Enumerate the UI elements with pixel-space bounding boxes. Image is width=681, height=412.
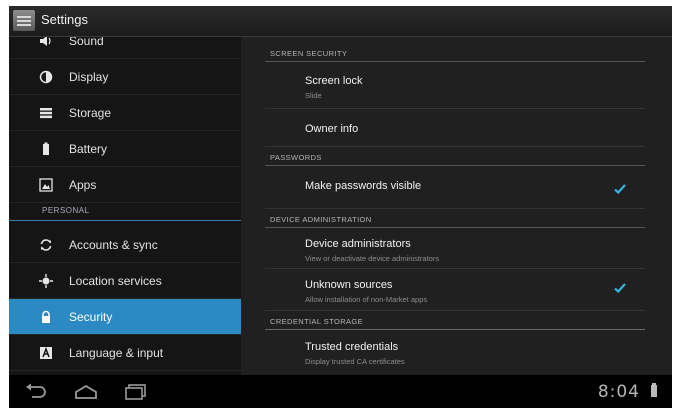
screen-security-header: SCREEN SECURITY xyxy=(265,45,645,62)
sidebar-item-label: Battery xyxy=(69,141,108,156)
settings-app-icon[interactable] xyxy=(13,10,35,31)
language-icon xyxy=(39,346,53,360)
sidebar-item-storage[interactable]: Storage xyxy=(9,95,241,131)
speaker-icon xyxy=(39,37,53,48)
credential-storage-header: CREDENTIAL STORAGE xyxy=(265,313,645,330)
battery-icon xyxy=(39,142,53,156)
trusted-credentials-preference[interactable]: Trusted credentials Display trusted CA c… xyxy=(265,331,645,373)
preference-summary: Slide xyxy=(305,91,322,100)
lock-icon xyxy=(39,310,53,324)
preference-title: Trusted credentials xyxy=(305,341,399,353)
owner-info-preference[interactable]: Owner info xyxy=(265,109,645,147)
unknown-sources-preference[interactable]: Unknown sources Allow installation of no… xyxy=(265,269,645,311)
section-header-label: CREDENTIAL STORAGE xyxy=(270,317,364,326)
recent-apps-button[interactable] xyxy=(123,383,149,401)
preference-summary: Display trusted CA certificates xyxy=(305,357,405,366)
storage-icon xyxy=(39,106,53,120)
section-header-label: SCREEN SECURITY xyxy=(270,49,348,58)
sidebar-item-label: Display xyxy=(69,69,109,84)
passwords-header: PASSWORDS xyxy=(265,149,645,166)
preference-title: Screen lock xyxy=(305,75,363,87)
preference-title: Owner info xyxy=(305,123,359,135)
back-button[interactable] xyxy=(23,383,49,401)
sidebar-item-display[interactable]: Display xyxy=(9,59,241,95)
section-header-label: PERSONAL xyxy=(42,206,90,215)
sidebar-item-label: Security xyxy=(69,309,113,324)
sidebar-item-battery[interactable]: Battery xyxy=(9,131,241,167)
app-title: Settings xyxy=(41,12,88,27)
make-passwords-visible-preference[interactable]: Make passwords visible xyxy=(265,167,645,209)
system-navigation-bar: 8:04 xyxy=(9,375,672,408)
home-button[interactable] xyxy=(73,383,99,401)
device-screen: Settings Sound Display Storage Battery A… xyxy=(9,6,672,408)
device-administrators-preference[interactable]: Device administrators View or deactivate… xyxy=(265,229,645,269)
preference-summary: Allow installation of non-Market apps xyxy=(305,295,428,304)
unknown-sources-checkbox[interactable] xyxy=(613,281,627,295)
location-icon xyxy=(39,273,53,288)
preference-title: Make passwords visible xyxy=(305,180,422,192)
sidebar-item-label: Apps xyxy=(69,177,97,192)
sidebar-item-security[interactable]: Security xyxy=(9,299,241,335)
device-administration-header: DEVICE ADMINISTRATION xyxy=(265,211,645,228)
sidebar-item-location-services[interactable]: Location services xyxy=(9,263,241,299)
security-settings-pane: SCREEN SECURITY Screen lock Slide Owner … xyxy=(241,37,672,375)
sidebar-item-accounts-sync[interactable]: Accounts & sync xyxy=(9,227,241,263)
section-header-label: DEVICE ADMINISTRATION xyxy=(270,215,372,224)
preference-title: Unknown sources xyxy=(305,279,393,291)
make-passwords-visible-checkbox[interactable] xyxy=(613,182,627,196)
apps-icon xyxy=(39,177,53,192)
status-clock: 8:04 xyxy=(597,382,640,402)
display-icon xyxy=(39,70,53,84)
sidebar-item-apps[interactable]: Apps xyxy=(9,167,241,203)
sync-icon xyxy=(39,238,53,252)
sidebar-item-label: Location services xyxy=(69,273,162,288)
sidebar-item-label: Accounts & sync xyxy=(69,237,158,252)
sidebar-item-label: Language & input xyxy=(69,345,164,360)
preference-title: Device administrators xyxy=(305,238,411,250)
action-bar: Settings xyxy=(9,6,672,37)
personal-section-header: PERSONAL xyxy=(9,203,241,221)
settings-sidebar: Sound Display Storage Battery Apps PERSO… xyxy=(9,37,241,375)
battery-status-icon xyxy=(651,383,657,397)
sidebar-item-sound[interactable]: Sound xyxy=(9,37,241,59)
sidebar-item-language-input[interactable]: Language & input xyxy=(9,335,241,371)
section-header-label: PASSWORDS xyxy=(270,153,322,162)
screen-lock-preference[interactable]: Screen lock Slide xyxy=(265,63,645,109)
sidebar-item-label: Storage xyxy=(69,105,112,120)
sidebar-item-label: Sound xyxy=(69,37,104,48)
preference-summary: View or deactivate device administrators xyxy=(305,254,440,263)
